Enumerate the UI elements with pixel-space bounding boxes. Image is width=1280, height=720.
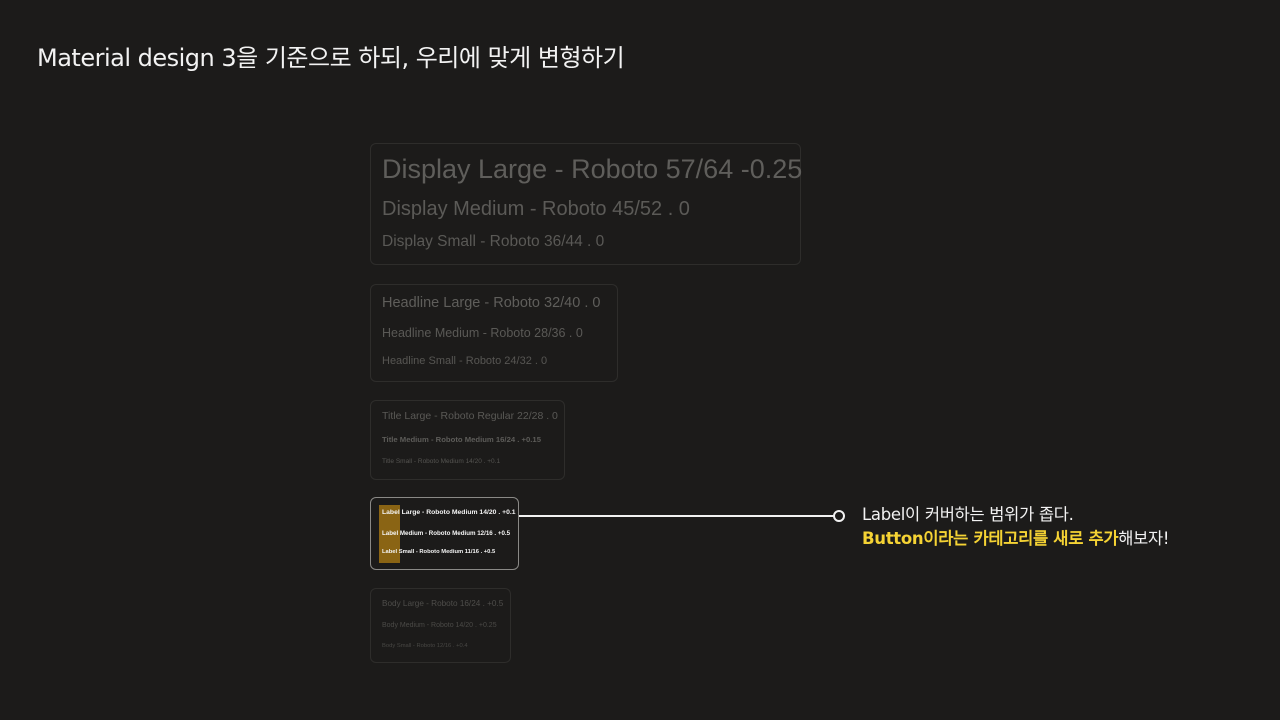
note-line-2-accent: Button이라는 카테고리를 새로 추가	[862, 529, 1119, 548]
display-medium-spec: Display Medium - Roboto 45/52 . 0	[382, 198, 690, 220]
body-large-spec: Body Large - Roboto 16/24 . +0.5	[382, 599, 504, 608]
body-medium-spec: Body Medium - Roboto 14/20 . +0.25	[382, 622, 497, 629]
headline-large-spec: Headline Large - Roboto 32/40 . 0	[382, 295, 601, 311]
label-large-spec: Label Large - Roboto Medium 14/20 . +0.1	[382, 509, 516, 516]
title-small-spec: Title Small - Roboto Medium 14/20 . +0.1	[382, 458, 501, 465]
headline-small-spec: Headline Small - Roboto 24/32 . 0	[382, 355, 548, 367]
annotation-connector-line	[519, 515, 835, 517]
page-title: Material design 3을 기준으로 하되, 우리에 맞게 변형하기	[37, 44, 625, 72]
annotation-note: Label이 커버하는 범위가 좁다. Button이라는 카테고리를 새로 추…	[862, 503, 1170, 551]
display-typescale-card: Display Large - Roboto 57/64 -0.25 Displ…	[370, 143, 803, 265]
label-medium-spec: Label Medium - Roboto Medium 12/16 . +0.…	[382, 530, 511, 537]
annotation-connector-dot	[833, 510, 845, 522]
slide: Material design 3을 기준으로 하되, 우리에 맞게 변형하기 …	[0, 0, 1280, 720]
note-line-2: Button이라는 카테고리를 새로 추가해보자!	[862, 527, 1170, 551]
body-small-spec: Body Small - Roboto 12/16 . +0.4	[382, 643, 468, 649]
body-typescale-card: Body Large - Roboto 16/24 . +0.5 Body Me…	[370, 588, 511, 663]
label-typescale-card: Label Large - Roboto Medium 14/20 . +0.1…	[370, 497, 519, 570]
display-small-spec: Display Small - Roboto 36/44 . 0	[382, 233, 605, 250]
headline-medium-spec: Headline Medium - Roboto 28/36 . 0	[382, 326, 583, 340]
headline-typescale-card: Headline Large - Roboto 32/40 . 0 Headli…	[370, 284, 618, 382]
title-medium-spec: Title Medium - Roboto Medium 16/24 . +0.…	[382, 435, 541, 444]
title-large-spec: Title Large - Roboto Regular 22/28 . 0	[382, 410, 558, 422]
display-large-spec: Display Large - Roboto 57/64 -0.25	[382, 154, 803, 184]
title-typescale-card: Title Large - Roboto Regular 22/28 . 0 T…	[370, 400, 565, 480]
label-small-spec: Label Small - Roboto Medium 11/16 . +0.5	[382, 549, 496, 555]
note-line-2-rest: 해보자!	[1118, 529, 1170, 548]
note-line-1: Label이 커버하는 범위가 좁다.	[862, 505, 1074, 524]
